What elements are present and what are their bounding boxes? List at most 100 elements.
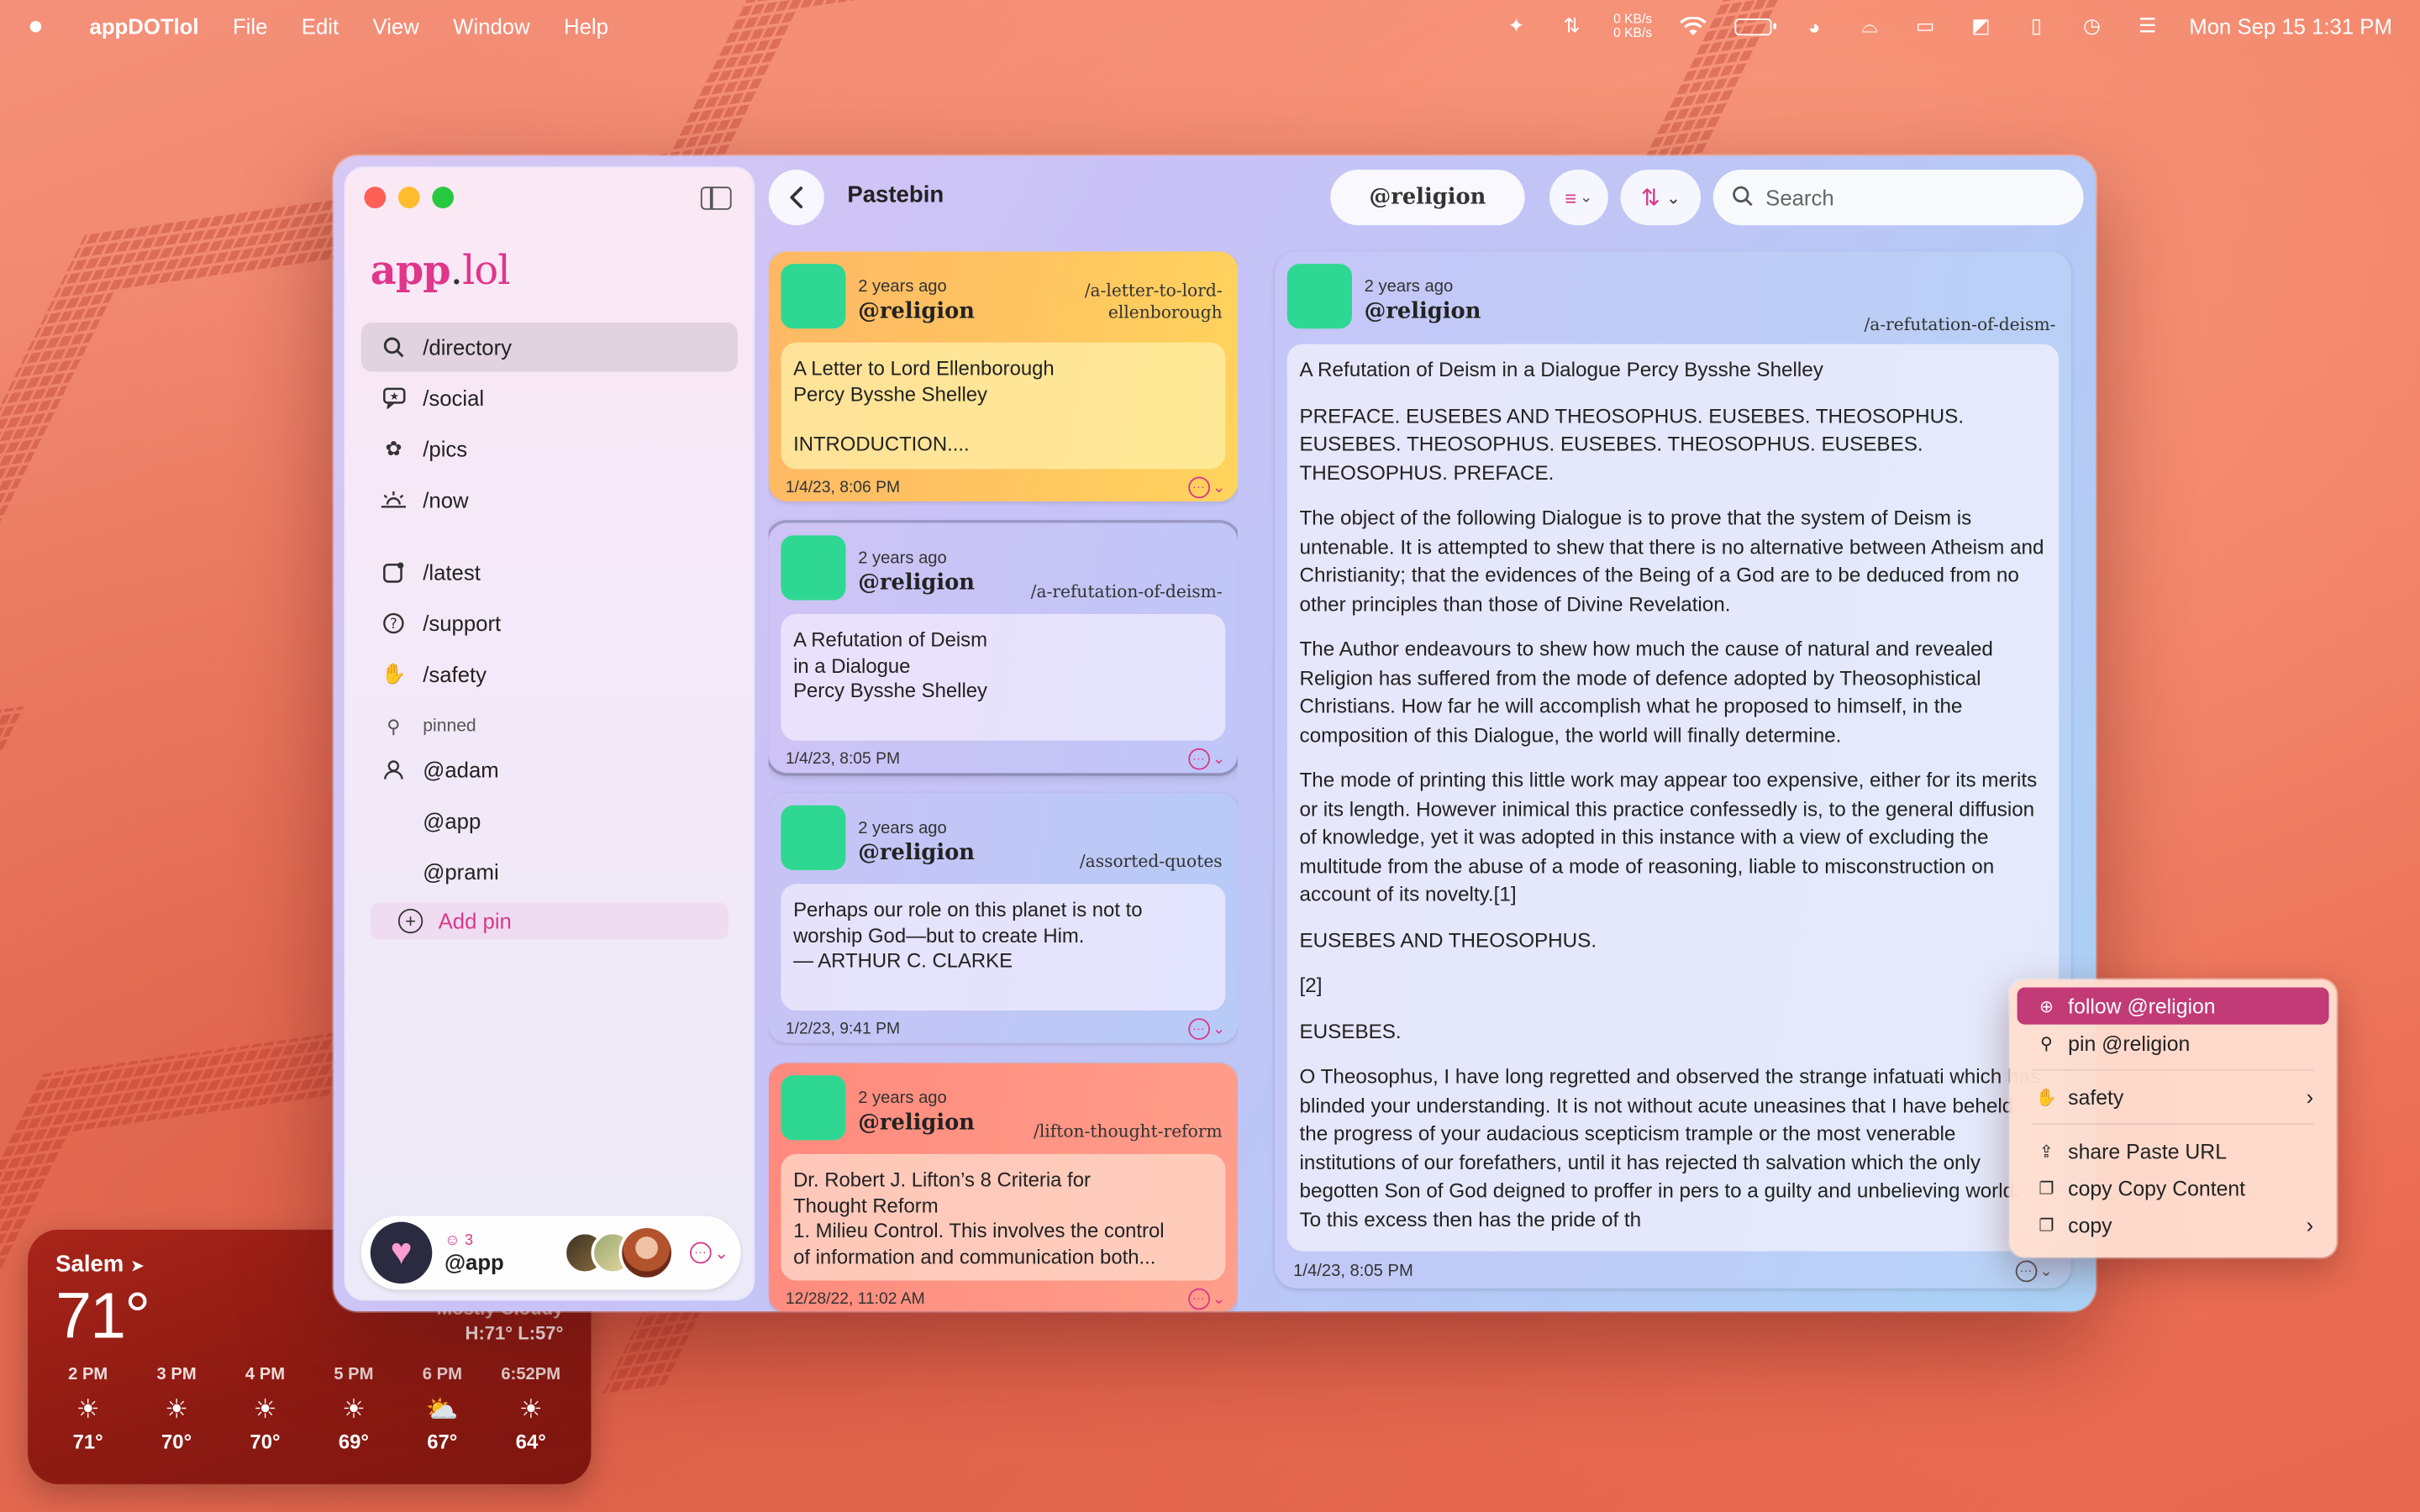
sidebar-item-label: /social <box>423 386 485 411</box>
sidebar-item-directory[interactable]: /directory <box>360 322 738 372</box>
time-machine-icon[interactable]: ◷ <box>2078 14 2106 38</box>
weather-hour: 5 PM ☀ 69° <box>315 1365 392 1453</box>
card-options-button[interactable]: ··· ⌄ <box>1187 748 1226 770</box>
app-logo: app.lol <box>370 248 511 295</box>
weather-hour: 6:52PM ☀ 64° <box>492 1365 570 1453</box>
sun-icon: ☀ <box>76 1394 100 1425</box>
card-time: 2 years ago <box>858 549 947 568</box>
menu-copy[interactable]: ❐ copy › <box>2018 1206 2329 1243</box>
airpods-icon[interactable]: ⌓ <box>1856 14 1884 38</box>
pinned-item-prami[interactable]: @prami <box>361 847 738 896</box>
search-input[interactable] <box>1765 185 2044 210</box>
ellipsis-icon: ··· <box>1187 1018 1210 1040</box>
add-pin-button[interactable]: + Add pin <box>370 902 729 940</box>
color-wheel-icon[interactable]: ◕ <box>1800 14 1828 38</box>
svg-text:★: ★ <box>389 390 399 402</box>
menu-help[interactable]: Help <box>564 14 608 39</box>
sidebar-item-latest[interactable]: /latest <box>361 548 738 597</box>
sidebar-item-support[interactable]: ? /support <box>361 599 738 648</box>
weather-hour: 3 PM ☀ 70° <box>138 1365 215 1453</box>
menu-edit[interactable]: Edit <box>302 14 339 39</box>
ellipsis-icon: ··· <box>1187 476 1210 499</box>
menu-view[interactable]: View <box>373 14 419 39</box>
sidebar-item-safety[interactable]: ✋ /safety <box>361 649 738 699</box>
menu-bar: ● appDOTlol File Edit View Window Help ✦… <box>0 0 2420 52</box>
paste-card[interactable]: 2 years ago @religion /assorted-quotes P… <box>768 793 1239 1043</box>
menu-follow[interactable]: ⊕ follow @religion <box>2017 987 2329 1025</box>
control-center-icon[interactable]: ☰ <box>2133 14 2161 38</box>
wifi-icon[interactable] <box>1680 15 1707 37</box>
search-field[interactable] <box>1712 170 2084 226</box>
menu-app-name[interactable]: appDOTlol <box>90 14 199 39</box>
menu-clock[interactable]: Mon Sep 15 1:31 PM <box>2189 14 2392 39</box>
people-icon: ☺ <box>444 1231 460 1249</box>
minimize-button[interactable] <box>397 186 420 208</box>
card-slug: /a-refutation-of-deism- <box>1030 581 1223 602</box>
menu-file[interactable]: File <box>233 14 267 39</box>
card-options-button[interactable]: ··· ⌄ <box>1187 1018 1225 1040</box>
id-badge-icon[interactable]: ▯ <box>2023 14 2050 38</box>
paste-card[interactable]: 2 years ago @religion /a-letter-to-lord-… <box>768 251 1239 501</box>
zoom-button[interactable] <box>432 186 454 208</box>
sunset-icon: ☀ <box>518 1394 543 1425</box>
network-arrows-icon[interactable]: ⇅ <box>1558 14 1586 38</box>
card-options-button[interactable]: ··· ⌄ <box>1187 476 1225 499</box>
weather-hour: 4 PM ☀ 70° <box>227 1365 304 1453</box>
share-icon: ⇪ <box>2039 1142 2054 1162</box>
card-username[interactable]: @religion <box>858 1110 975 1135</box>
account-menu-button[interactable]: ··· ⌄ <box>689 1242 729 1264</box>
card-options-button[interactable]: ··· ⌄ <box>1187 1288 1225 1310</box>
pinned-item-app[interactable]: @app <box>361 796 738 846</box>
paste-card[interactable]: 2 years ago @religion /lifton-thought-re… <box>768 1063 1239 1312</box>
weather-hour: 6 PM ⛅ 67° <box>403 1365 481 1453</box>
sidebar-item-pics[interactable]: ✿ /pics <box>361 424 738 474</box>
apple-menu-icon[interactable]: ● <box>28 11 61 42</box>
card-username[interactable]: @religion <box>858 571 975 596</box>
sidebar-item-label: /safety <box>423 661 487 687</box>
network-speed[interactable]: 0 KB/s 0 KB/s <box>1613 12 1653 40</box>
detail-username[interactable]: @religion <box>1365 299 1481 323</box>
sidebar-toggle-icon[interactable] <box>700 186 732 210</box>
sidebar-item-social[interactable]: ★ /social <box>361 373 738 423</box>
card-time: 2 years ago <box>858 819 947 838</box>
ellipsis-icon: ··· <box>1187 748 1210 770</box>
card-preview: A Letter to Lord Ellenborough Percy Byss… <box>781 342 1226 470</box>
menu-copy-content[interactable]: ❐ copy Copy Content <box>2018 1169 2329 1206</box>
card-username[interactable]: @religion <box>858 299 975 323</box>
filter-lines-icon: ≡ <box>1565 186 1577 209</box>
card-icon[interactable]: ▭ <box>1912 14 1939 38</box>
chevron-right-icon: › <box>2306 1084 2314 1110</box>
dropbox-icon[interactable]: ✦ <box>1502 14 1530 38</box>
filter-menu-button[interactable]: ≡ ⌄ <box>1549 170 1608 226</box>
paste-card[interactable]: 2 years ago @religion /a-refutation-of-d… <box>768 522 1239 774</box>
card-time: 2 years ago <box>858 277 947 297</box>
hand-icon: ✋ <box>381 661 407 685</box>
user-avatar <box>781 264 846 329</box>
close-button[interactable] <box>364 186 387 208</box>
sun-icon: ☀ <box>165 1394 189 1425</box>
display-icon[interactable]: ◩ <box>1967 14 1995 38</box>
weather-hourly: 2 PM ☀ 71° 3 PM ☀ 70° 4 PM ☀ 70° 5 PM ☀ 69° 6 PM… <box>50 1365 570 1453</box>
menu-window[interactable]: Window <box>453 14 529 39</box>
back-button[interactable] <box>768 170 824 226</box>
sort-menu-button[interactable]: ⇅ ⌄ <box>1620 170 1702 226</box>
battery-icon[interactable] <box>1735 18 1777 35</box>
chevron-down-icon: ⌄ <box>1212 750 1226 768</box>
net-down: 0 KB/s <box>1613 24 1653 40</box>
search-icon <box>1732 184 1754 210</box>
menu-pin[interactable]: ⚲ pin @religion <box>2018 1025 2329 1062</box>
detail-slug: /a-refutation-of-deism- <box>1864 314 2056 335</box>
account-switcher[interactable]: ♥ ☺ 3 @app ··· ⌄ <box>360 1215 741 1290</box>
menu-share-url[interactable]: ⇪ share Paste URL <box>2018 1132 2329 1169</box>
paste-content[interactable]: A Refutation of Deism in a Dialogue Perc… <box>1286 344 2060 1252</box>
card-preview: Perhaps our role on this planet is not t… <box>781 884 1226 1011</box>
detail-options-button[interactable]: ··· ⌄ <box>2015 1260 2053 1283</box>
sidebar: app.lol /directory ★ /social ✿ /pics /no… <box>345 168 754 1299</box>
detail-time: 2 years ago <box>1364 277 1454 297</box>
menu-safety[interactable]: ✋ safety › <box>2018 1079 2329 1116</box>
card-preview: Dr. Robert J. Lifton’s 8 Criteria for Th… <box>781 1153 1226 1281</box>
pinned-item-adam[interactable]: @adam <box>361 745 738 795</box>
card-username[interactable]: @religion <box>858 841 975 865</box>
sidebar-item-now[interactable]: /now <box>361 475 738 525</box>
address-scope-button[interactable]: @religion <box>1330 170 1525 226</box>
